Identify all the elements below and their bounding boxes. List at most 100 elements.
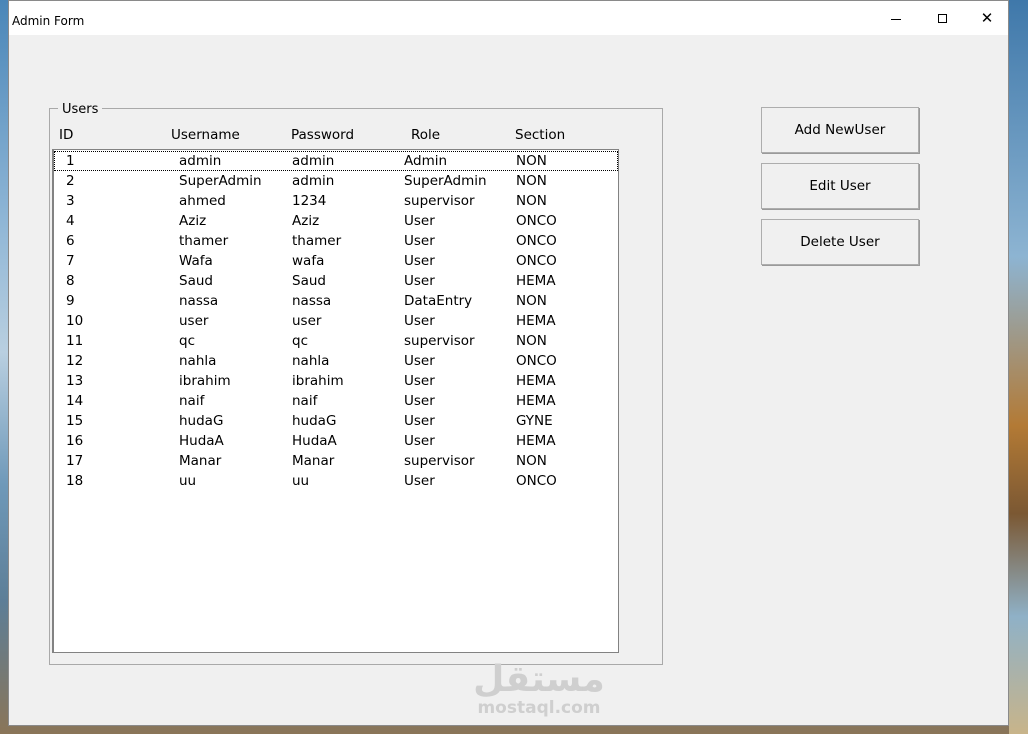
row-role: User bbox=[404, 413, 435, 429]
row-id: 17 bbox=[66, 453, 84, 469]
list-item[interactable]: 9 nassa nassa DataEntry NON bbox=[54, 291, 618, 311]
row-section: NON bbox=[516, 193, 547, 209]
row-id: 2 bbox=[66, 173, 75, 189]
row-section: HEMA bbox=[516, 373, 556, 389]
window-title: Admin Form bbox=[12, 14, 85, 28]
row-password: Saud bbox=[292, 273, 326, 289]
row-role: User bbox=[404, 273, 435, 289]
row-section: GYNE bbox=[516, 413, 553, 429]
row-password: ibrahim bbox=[292, 373, 344, 389]
row-id: 14 bbox=[66, 393, 84, 409]
row-username: SuperAdmin bbox=[179, 173, 262, 189]
users-listbox[interactable]: 1 admin admin Admin NON 2 SuperAdmin admin Super… bbox=[52, 149, 619, 653]
row-id: 8 bbox=[66, 273, 75, 289]
row-username: hudaG bbox=[179, 413, 224, 429]
row-password: hudaG bbox=[292, 413, 337, 429]
row-username: ibrahim bbox=[179, 373, 231, 389]
row-username: nahla bbox=[179, 353, 217, 369]
watermark-logo: مستقل bbox=[473, 659, 605, 700]
list-item[interactable]: 3 ahmed 1234 supervisor NON bbox=[54, 191, 618, 211]
row-id: 7 bbox=[66, 253, 75, 269]
row-id: 11 bbox=[66, 333, 84, 349]
row-section: NON bbox=[516, 333, 547, 349]
row-role: User bbox=[404, 393, 435, 409]
list-item[interactable]: 15 hudaG hudaG User GYNE bbox=[54, 411, 618, 431]
row-password: nassa bbox=[292, 293, 332, 309]
column-header-password: Password bbox=[291, 127, 355, 143]
maximize-button[interactable] bbox=[919, 1, 965, 35]
list-item[interactable]: 2 SuperAdmin admin SuperAdmin NON bbox=[54, 171, 618, 191]
row-username: Aziz bbox=[179, 213, 207, 229]
desktop-background bbox=[1009, 0, 1028, 734]
add-new-user-button[interactable]: Add NewUser bbox=[761, 107, 919, 153]
row-role: User bbox=[404, 473, 435, 489]
minimize-button[interactable] bbox=[873, 1, 919, 35]
row-section: NON bbox=[516, 173, 547, 189]
row-role: supervisor bbox=[404, 193, 475, 209]
row-id: 3 bbox=[66, 193, 75, 209]
row-password: HudaA bbox=[292, 433, 337, 449]
list-item[interactable]: 11 qc qc supervisor NON bbox=[54, 331, 618, 351]
column-header-id: ID bbox=[59, 127, 74, 143]
row-id: 12 bbox=[66, 353, 84, 369]
list-item[interactable]: 1 admin admin Admin NON bbox=[54, 151, 618, 171]
row-id: 1 bbox=[66, 153, 75, 169]
minimize-icon bbox=[891, 18, 901, 20]
row-role: DataEntry bbox=[404, 293, 473, 309]
row-username: uu bbox=[179, 473, 197, 489]
list-item[interactable]: 17 Manar Manar supervisor NON bbox=[54, 451, 618, 471]
row-section: HEMA bbox=[516, 433, 556, 449]
row-password: admin bbox=[292, 153, 335, 169]
row-password: qc bbox=[292, 333, 308, 349]
row-role: SuperAdmin bbox=[404, 173, 487, 189]
row-id: 10 bbox=[66, 313, 84, 329]
row-role: User bbox=[404, 433, 435, 449]
list-item[interactable]: 14 naif naif User HEMA bbox=[54, 391, 618, 411]
row-password: wafa bbox=[292, 253, 325, 269]
row-id: 4 bbox=[66, 213, 75, 229]
users-list-header: ID Username Password Role Section bbox=[58, 127, 618, 147]
list-item[interactable]: 16 HudaA HudaA User HEMA bbox=[54, 431, 618, 451]
row-id: 6 bbox=[66, 233, 75, 249]
row-role: User bbox=[404, 373, 435, 389]
row-username: Manar bbox=[179, 453, 222, 469]
list-item[interactable]: 12 nahla nahla User ONCO bbox=[54, 351, 618, 371]
title-bar[interactable]: Admin Form ✕ bbox=[9, 1, 1008, 35]
column-header-username: Username bbox=[171, 127, 240, 143]
row-role: supervisor bbox=[404, 453, 475, 469]
list-item[interactable]: 7 Wafa wafa User ONCO bbox=[54, 251, 618, 271]
list-item[interactable]: 6 thamer thamer User ONCO bbox=[54, 231, 618, 251]
row-role: User bbox=[404, 253, 435, 269]
admin-form-window: Admin Form ✕ Users ID Username Password … bbox=[8, 0, 1009, 726]
row-username: ahmed bbox=[179, 193, 226, 209]
row-username: qc bbox=[179, 333, 195, 349]
row-section: NON bbox=[516, 153, 547, 169]
close-icon: ✕ bbox=[980, 8, 994, 27]
row-section: HEMA bbox=[516, 393, 556, 409]
delete-user-button[interactable]: Delete User bbox=[761, 219, 919, 265]
row-username: user bbox=[179, 313, 209, 329]
row-section: NON bbox=[516, 293, 547, 309]
list-item[interactable]: 18 uu uu User ONCO bbox=[54, 471, 618, 491]
row-id: 16 bbox=[66, 433, 84, 449]
users-group-label: Users bbox=[58, 102, 103, 117]
row-section: ONCO bbox=[516, 473, 557, 489]
list-item[interactable]: 4 Aziz Aziz User ONCO bbox=[54, 211, 618, 231]
row-username: HudaA bbox=[179, 433, 224, 449]
row-username: admin bbox=[179, 153, 222, 169]
list-item[interactable]: 13 ibrahim ibrahim User HEMA bbox=[54, 371, 618, 391]
row-username: thamer bbox=[179, 233, 229, 249]
edit-user-button[interactable]: Edit User bbox=[761, 163, 919, 209]
row-password: naif bbox=[292, 393, 318, 409]
row-role: Admin bbox=[404, 153, 448, 169]
row-section: HEMA bbox=[516, 273, 556, 289]
row-section: ONCO bbox=[516, 253, 557, 269]
row-id: 13 bbox=[66, 373, 84, 389]
row-password: Manar bbox=[292, 453, 335, 469]
close-button[interactable]: ✕ bbox=[964, 1, 1010, 35]
list-item[interactable]: 8 Saud Saud User HEMA bbox=[54, 271, 618, 291]
row-section: ONCO bbox=[516, 353, 557, 369]
row-role: User bbox=[404, 213, 435, 229]
row-username: Wafa bbox=[179, 253, 213, 269]
list-item[interactable]: 10 user user User HEMA bbox=[54, 311, 618, 331]
